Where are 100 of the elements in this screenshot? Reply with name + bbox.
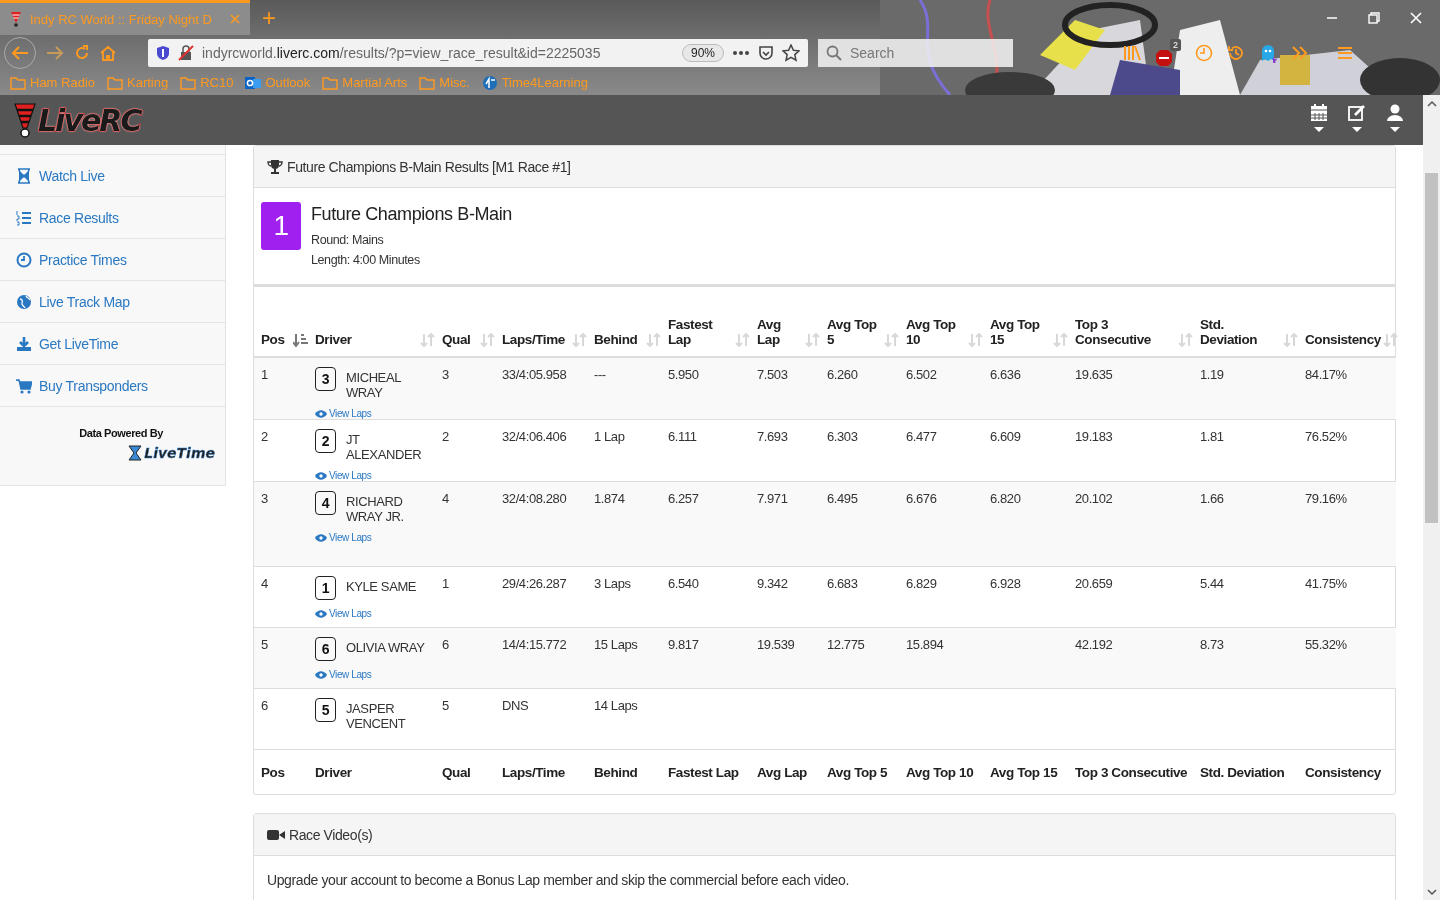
sort-icon[interactable]	[1178, 333, 1193, 347]
ad-block-button[interactable]: 2	[1155, 38, 1181, 67]
table-cell: 6.636	[983, 357, 1068, 420]
column-footer: Avg Lap	[750, 749, 820, 794]
view-laps-link[interactable]: View Laps	[315, 532, 372, 543]
driver-name: JT ALEXANDER	[346, 431, 423, 462]
view-laps-link[interactable]: View Laps	[315, 408, 372, 419]
sidebar-item[interactable]: Buy Transponders	[0, 364, 225, 406]
sort-icon[interactable]	[805, 333, 820, 347]
reload-icon[interactable]	[74, 44, 90, 61]
numbered-list-icon	[16, 209, 32, 226]
table-cell: 14 Laps	[587, 688, 661, 750]
column-footer: Consistency	[1298, 749, 1396, 794]
ghost-icon[interactable]	[1259, 42, 1277, 63]
table-cell: 14/4:15.772	[495, 627, 587, 689]
powered-by-label: Data Powered By	[79, 427, 163, 439]
table-cell: 7.971	[750, 481, 820, 567]
column-footer: Qual	[435, 749, 495, 794]
eye-icon	[315, 609, 327, 618]
sidebar-item[interactable]: Live Track Map	[0, 280, 225, 322]
livetime-logo[interactable]: LiveTime	[128, 445, 215, 461]
table-cell: 1.81	[1193, 419, 1298, 482]
address-bar[interactable]: indyrcworld.liverc.com/results/?p=view_race_result&id=2225035 90%	[148, 38, 808, 67]
sort-ascending-icon[interactable]	[293, 333, 308, 347]
sort-icon[interactable]	[572, 333, 587, 347]
sort-icon[interactable]	[420, 333, 435, 347]
zoom-level-button[interactable]: 90%	[681, 43, 724, 62]
sort-icon[interactable]	[735, 333, 750, 347]
sidebar-item[interactable]: Watch Live	[0, 154, 225, 196]
cart-icon	[16, 377, 32, 394]
view-laps-link[interactable]: View Laps	[315, 669, 372, 680]
folder-icon	[107, 75, 124, 90]
table-cell: 1.874	[587, 481, 661, 567]
table-cell: 6.928	[983, 566, 1068, 628]
scrollbar-thumb[interactable]	[1425, 173, 1438, 523]
driver-name: JASPER VENCENT	[346, 700, 407, 731]
calendar-icon[interactable]	[1310, 103, 1328, 133]
home-icon[interactable]	[100, 44, 116, 61]
table-cell: 3	[254, 481, 308, 567]
column-footer: Avg Top 10	[899, 749, 983, 794]
scroll-up-icon[interactable]	[1426, 100, 1437, 108]
table-cell: 29/4:26.287	[495, 566, 587, 628]
pocket-icon[interactable]	[758, 44, 774, 61]
folder-icon	[419, 75, 436, 90]
table-cell: 6.676	[899, 481, 983, 567]
restore-icon[interactable]	[1368, 11, 1380, 24]
table-cell: 9.342	[750, 566, 820, 628]
table-cell: 6	[435, 627, 495, 689]
table-cell: 8.73	[1193, 627, 1298, 689]
view-laps-link[interactable]: View Laps	[315, 470, 372, 481]
clock-icon[interactable]	[1195, 43, 1213, 62]
table-cell: 1.19	[1193, 357, 1298, 420]
column-footer: Driver	[308, 749, 435, 794]
sort-icon[interactable]	[968, 333, 983, 347]
sort-icon[interactable]	[1053, 333, 1068, 347]
table-cell: 6.495	[820, 481, 899, 567]
table-cell: 19.635	[1068, 357, 1193, 420]
menu-icon[interactable]	[1337, 45, 1353, 60]
sort-icon[interactable]	[480, 333, 495, 347]
overflow-chevron-icon[interactable]	[1291, 45, 1309, 60]
table-cell: 6.477	[899, 419, 983, 482]
search-field[interactable]: Search	[818, 38, 1013, 67]
user-icon[interactable]	[1386, 103, 1404, 133]
sort-icon[interactable]	[1382, 333, 1398, 347]
download-icon	[16, 335, 32, 352]
view-laps-link[interactable]: View Laps	[315, 608, 372, 619]
eye-icon	[315, 471, 327, 480]
sort-icon[interactable]	[1283, 333, 1298, 347]
table-cell: 6	[254, 688, 308, 750]
video-camera-icon	[267, 828, 285, 841]
sidebar-item[interactable]: Race Results	[0, 196, 225, 238]
sort-icon[interactable]	[884, 333, 899, 347]
folder-icon	[180, 75, 197, 90]
history-icon[interactable]	[1227, 43, 1245, 62]
library-icon[interactable]	[1123, 44, 1141, 61]
race-title: Future Champions B-Main	[311, 204, 512, 225]
edit-icon[interactable]	[1348, 103, 1366, 133]
driver-name: RICHARD WRAY JR.	[346, 493, 405, 524]
car-number-badge: 6	[315, 637, 336, 661]
forward-icon[interactable]	[46, 44, 64, 61]
car-number-badge: 5	[315, 698, 336, 722]
table-cell: DNS	[495, 688, 587, 750]
globe-icon	[481, 74, 498, 91]
more-icon[interactable]	[732, 49, 750, 56]
table-cell: 6.683	[820, 566, 899, 628]
table-cell: 32/4:06.406	[495, 419, 587, 482]
column-footer: Avg Top 15	[983, 749, 1068, 794]
folder-icon	[10, 75, 26, 90]
table-cell: 7.503	[750, 357, 820, 420]
table-cell: 7.693	[750, 419, 820, 482]
new-tab-button[interactable]: +	[258, 5, 280, 30]
star-icon[interactable]	[782, 43, 800, 62]
sidebar-item[interactable]: Practice Times	[0, 238, 225, 280]
scroll-down-icon[interactable]	[1426, 888, 1437, 896]
table-cell: ---	[587, 357, 661, 420]
table-cell: 41.75%	[1298, 566, 1396, 628]
sidebar-item[interactable]: Get LiveTime	[0, 322, 225, 364]
sort-icon[interactable]	[646, 333, 661, 347]
round-label: Round: Mains	[311, 233, 385, 247]
table-cell: 4	[435, 481, 495, 567]
